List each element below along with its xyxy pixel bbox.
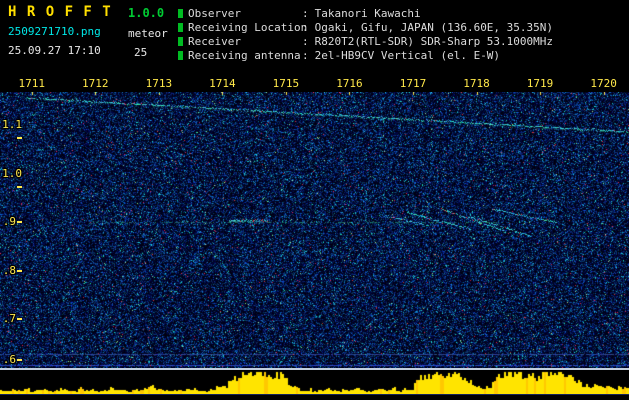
row-marker-icon (178, 22, 183, 32)
row-marker-icon (178, 8, 183, 18)
time-tick-label: 1714 (209, 77, 236, 90)
info-value: Takanori Kawachi (314, 6, 421, 20)
row-marker-icon (178, 36, 183, 46)
row-marker-icon (178, 50, 183, 60)
time-tick-label: 1713 (145, 77, 173, 90)
footer-strip (0, 394, 629, 400)
meteor-count: 25 (134, 46, 148, 59)
time-tick-label: 1720 (590, 77, 617, 90)
time-tick-label: 1715 (272, 77, 300, 90)
time-tick-label: 1719 (526, 77, 554, 90)
info-row-antenna: Receiving antenna : 2el-HB9CV Vertical (… (178, 48, 553, 62)
info-panel: Observer : Takanori Kawachi Receiving Lo… (178, 6, 553, 62)
info-colon: : (302, 20, 309, 34)
info-label: Receiving Location (188, 20, 308, 34)
app-title: H R O F F T (8, 4, 112, 20)
info-row-observer: Observer : Takanori Kawachi (178, 6, 553, 20)
spectrogram-canvas (0, 92, 629, 368)
hrofft-output: H R O F F T 1.0.0 2509271710.png meteor … (0, 0, 629, 400)
info-row-receiver: Receiver : R820T2(RTL-SDR) SDR-Sharp 53.… (178, 34, 553, 48)
time-tick-label: 1718 (463, 77, 490, 90)
activity-bars-canvas (0, 370, 629, 394)
datetime: 25.09.27 17:10 (8, 44, 101, 57)
info-colon: : (302, 6, 309, 20)
filename: 2509271710.png (8, 25, 101, 38)
info-label: Receiving antenna (188, 48, 301, 62)
info-value: Ogaki, Gifu, JAPAN (136.60E, 35.35N) (314, 20, 554, 34)
info-colon: : (302, 48, 309, 62)
info-row-location: Receiving Location : Ogaki, Gifu, JAPAN … (178, 20, 553, 34)
time-tick-label: 1717 (399, 77, 427, 90)
time-tick-label: 1716 (336, 77, 363, 90)
time-tick-label: 1711 (18, 77, 46, 90)
time-axis: 1711 1712 1713 1714 1715 1716 1717 1718 1719 1720 (0, 76, 629, 92)
app-version: 1.0.0 (128, 6, 165, 20)
info-colon: : (302, 34, 309, 48)
info-label: Observer (188, 6, 241, 20)
time-tick-label: 1712 (82, 77, 109, 90)
info-label: Receiver (188, 34, 241, 48)
info-value: 2el-HB9CV Vertical (el. E-W) (314, 48, 501, 62)
mode-label: meteor (128, 27, 168, 40)
info-value: R820T2(RTL-SDR) SDR-Sharp 53.1000MHz (314, 34, 554, 48)
